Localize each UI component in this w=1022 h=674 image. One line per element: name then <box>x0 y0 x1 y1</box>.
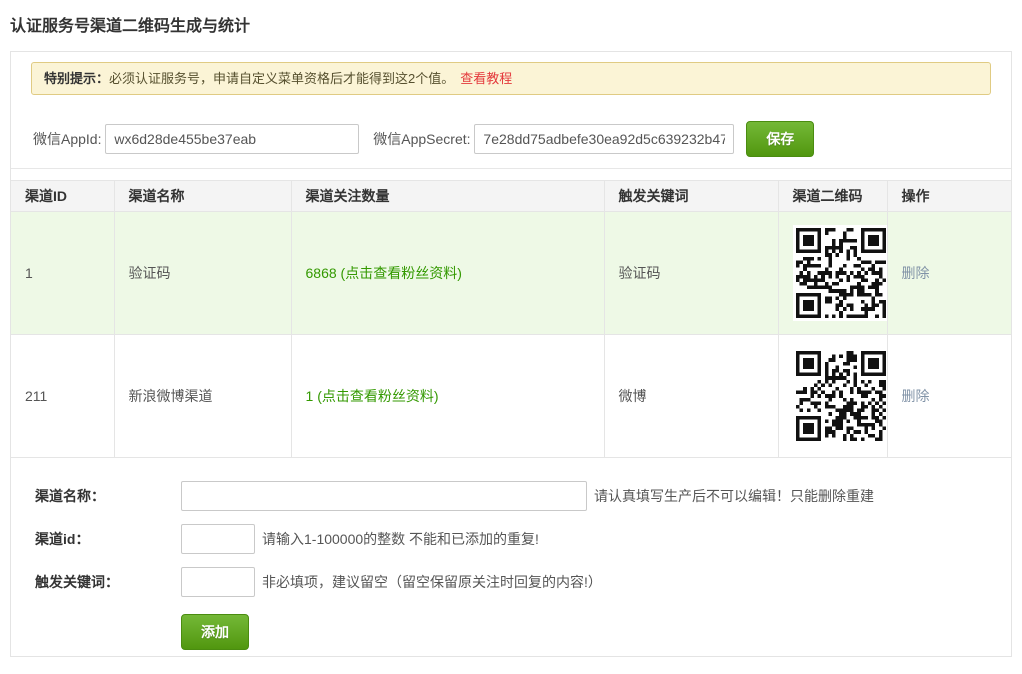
delete-link[interactable]: 删除 <box>902 265 930 281</box>
view-fans-link[interactable]: (点击查看粉丝资料) <box>317 388 438 404</box>
channel-name-hint: 请认真填写生产后不可以编辑！只能删除重建 <box>594 486 874 506</box>
channel-id-hint: 请输入1-100000的整数 不能和已添加的重复! <box>262 529 539 549</box>
tutorial-link[interactable]: 查看教程 <box>460 71 512 86</box>
follow-count-value: 6868 <box>306 265 337 281</box>
credentials-form: 微信AppId: 微信AppSecret: 保存 <box>11 95 1011 169</box>
save-button[interactable]: 保存 <box>746 121 814 157</box>
submit-row: 添加 <box>181 614 1011 650</box>
appsecret-input[interactable] <box>474 124 734 154</box>
col-header-channel-id: 渠道ID <box>11 181 114 212</box>
cell-trigger-keyword: 验证码 <box>604 212 778 335</box>
table-header-row: 渠道ID 渠道名称 渠道关注数量 触发关键词 渠道二维码 操作 <box>11 181 1011 212</box>
col-header-follow-count: 渠道关注数量 <box>291 181 604 212</box>
channel-name-input[interactable] <box>181 481 587 511</box>
delete-link[interactable]: 删除 <box>902 388 930 404</box>
cell-follow-count: 6868 (点击查看粉丝资料) <box>291 212 604 335</box>
channel-qr-code <box>793 225 889 321</box>
cell-qr-code <box>778 335 887 458</box>
trigger-keyword-input[interactable] <box>181 567 255 597</box>
trigger-keyword-hint: 非必填项，建议留空（留空保留原关注时回复的内容!） <box>262 572 602 592</box>
channel-id-label: 渠道id： <box>35 529 181 549</box>
view-fans-link[interactable]: (点击查看粉丝资料) <box>341 265 462 281</box>
appid-label: 微信AppId: <box>33 131 101 147</box>
add-button[interactable]: 添加 <box>181 614 249 650</box>
cell-actions: 删除 <box>887 335 1011 458</box>
add-channel-form: 渠道名称： 请认真填写生产后不可以编辑！只能删除重建 渠道id： 请输入1-10… <box>11 458 1011 650</box>
channel-qr-code <box>793 348 889 444</box>
cell-channel-name: 新浪微博渠道 <box>114 335 291 458</box>
channel-id-row: 渠道id： 请输入1-100000的整数 不能和已添加的重复! <box>35 524 1011 554</box>
appsecret-label: 微信AppSecret: <box>373 131 470 147</box>
channel-id-input[interactable] <box>181 524 255 554</box>
col-header-actions: 操作 <box>887 181 1011 212</box>
page-title: 认证服务号渠道二维码生成与统计 <box>10 12 1012 36</box>
cell-channel-id: 211 <box>11 335 114 458</box>
cell-actions: 删除 <box>887 212 1011 335</box>
alert-box: 特别提示：必须认证服务号，申请自定义菜单资格后才能得到这2个值。查看教程 <box>31 62 991 95</box>
trigger-keyword-row: 触发关键词： 非必填项，建议留空（留空保留原关注时回复的内容!） <box>35 567 1011 597</box>
main-panel: 特别提示：必须认证服务号，申请自定义菜单资格后才能得到这2个值。查看教程 微信A… <box>10 51 1012 657</box>
cell-follow-count: 1 (点击查看粉丝资料) <box>291 335 604 458</box>
cell-channel-name: 验证码 <box>114 212 291 335</box>
channel-name-row: 渠道名称： 请认真填写生产后不可以编辑！只能删除重建 <box>35 481 1011 511</box>
follow-count-value: 1 <box>306 388 314 404</box>
channel-name-label: 渠道名称： <box>35 486 181 506</box>
table-row: 211 新浪微博渠道 1 (点击查看粉丝资料) 微博 删除 <box>11 335 1011 458</box>
cell-channel-id: 1 <box>11 212 114 335</box>
cell-trigger-keyword: 微博 <box>604 335 778 458</box>
alert-bold-label: 特别提示： <box>44 71 109 86</box>
cell-qr-code <box>778 212 887 335</box>
col-header-channel-name: 渠道名称 <box>114 181 291 212</box>
table-row: 1 验证码 6868 (点击查看粉丝资料) 验证码 删除 <box>11 212 1011 335</box>
alert-text: 必须认证服务号，申请自定义菜单资格后才能得到这2个值。 <box>109 71 454 86</box>
col-header-qr-code: 渠道二维码 <box>778 181 887 212</box>
trigger-keyword-label: 触发关键词： <box>35 572 181 592</box>
col-header-trigger-keyword: 触发关键词 <box>604 181 778 212</box>
appid-input[interactable] <box>105 124 359 154</box>
channels-table: 渠道ID 渠道名称 渠道关注数量 触发关键词 渠道二维码 操作 1 验证码 68… <box>11 180 1011 458</box>
